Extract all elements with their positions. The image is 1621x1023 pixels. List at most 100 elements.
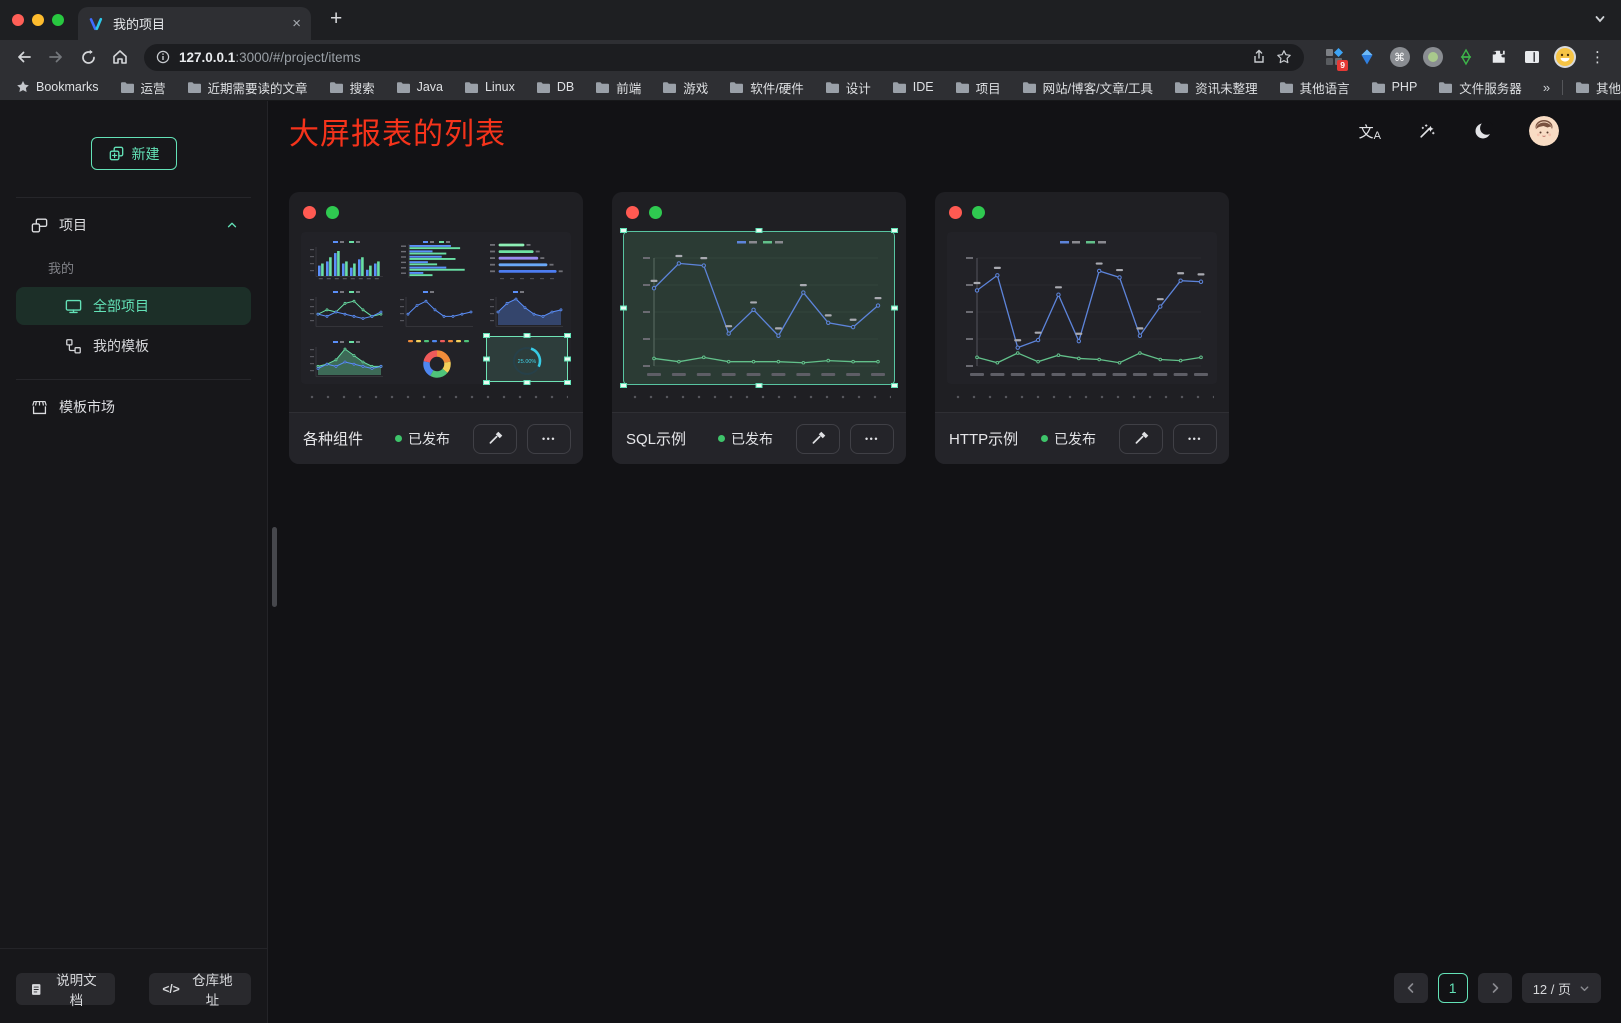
edit-project-button[interactable] <box>473 424 517 454</box>
bookmark-folder[interactable]: 资讯未整理 <box>1174 78 1258 97</box>
more-actions-button[interactable]: ••• <box>1173 424 1217 454</box>
bookmark-folder[interactable]: 近期需要读的文章 <box>187 78 308 97</box>
docs-button[interactable]: 说明文档 <box>16 973 115 1005</box>
user-avatar[interactable] <box>1529 116 1559 146</box>
bookmark-folder[interactable]: 设计 <box>825 78 871 97</box>
dark-mode-moon-icon[interactable] <box>1473 121 1493 141</box>
selection-handle[interactable] <box>756 228 763 233</box>
selection-handle[interactable] <box>483 357 490 362</box>
bookmark-folders: 运营 近期需要读的文章 搜索 Java Linux DB 前端 游戏 软件/硬件 设计 IDE 项目 网… <box>120 78 1522 97</box>
project-preview[interactable]: 25.00% <box>301 232 571 384</box>
sidebar-item-project[interactable]: 项目 <box>16 206 251 244</box>
project-preview[interactable] <box>624 232 894 384</box>
extension-gem-icon[interactable] <box>1353 44 1380 71</box>
tab-close-icon[interactable]: × <box>292 16 301 31</box>
selection-handle[interactable] <box>524 380 531 385</box>
next-page-button[interactable] <box>1478 973 1512 1003</box>
new-project-button[interactable]: 新建 <box>91 137 177 170</box>
side-panel-icon[interactable] <box>1518 44 1545 71</box>
repo-button[interactable]: </> 仓库地址 <box>149 973 251 1005</box>
chevron-up-icon[interactable] <box>225 218 239 232</box>
selection-handle[interactable] <box>564 333 571 338</box>
home-icon[interactable] <box>106 43 134 71</box>
prev-page-button[interactable] <box>1394 973 1428 1003</box>
page-size-select[interactable]: 12 / 页 <box>1522 973 1601 1003</box>
folder-icon <box>1279 81 1294 94</box>
card-dot-green <box>326 206 339 219</box>
selection-handle[interactable] <box>620 306 627 311</box>
selection-handle[interactable] <box>620 383 627 388</box>
more-actions-button[interactable]: ••• <box>850 424 894 454</box>
maximize-window-button[interactable] <box>52 14 64 26</box>
magic-wand-icon[interactable] <box>1417 121 1437 141</box>
site-info-icon[interactable] <box>156 50 170 64</box>
other-bookmarks-folder[interactable]: 其他书签 <box>1575 78 1621 97</box>
extension-star-icon[interactable] <box>1452 44 1479 71</box>
selection-handle[interactable] <box>564 357 571 362</box>
extension-record-icon[interactable] <box>1419 44 1446 71</box>
browser-tab[interactable]: 我的项目 × <box>78 7 311 40</box>
card-footer: 各种组件 已发布 ••• <box>289 412 583 464</box>
back-icon[interactable] <box>10 43 38 71</box>
bookmarks-root[interactable]: Bookmarks <box>16 80 99 94</box>
bookmark-folder[interactable]: 网站/博客/文章/工具 <box>1022 78 1153 97</box>
selection-handle[interactable] <box>891 306 898 311</box>
mini-chart-gauge[interactable]: 25.00% <box>487 337 567 381</box>
selection-handle[interactable] <box>564 380 571 385</box>
language-icon[interactable]: 文A <box>1359 121 1381 142</box>
selection-handle[interactable] <box>524 333 531 338</box>
selection-handle[interactable] <box>891 383 898 388</box>
bookmark-folder[interactable]: 项目 <box>955 78 1001 97</box>
new-tab-button[interactable]: + <box>330 8 342 29</box>
bookmark-folder[interactable]: PHP <box>1371 78 1418 97</box>
tab-search-icon[interactable] <box>1593 12 1607 31</box>
dotted-divider <box>950 395 1214 399</box>
reload-icon[interactable] <box>74 43 102 71</box>
bookmark-star-icon[interactable] <box>1276 49 1292 65</box>
selection-handle[interactable] <box>483 333 490 338</box>
sidebar-item-my-templates[interactable]: 我的模板 <box>16 327 251 365</box>
code-icon: </> <box>162 982 179 996</box>
selection-handle[interactable] <box>891 228 898 233</box>
edit-project-button[interactable] <box>796 424 840 454</box>
bookmark-folder[interactable]: 软件/硬件 <box>729 78 803 97</box>
bookmark-folder[interactable]: DB <box>536 78 574 97</box>
edit-project-button[interactable] <box>1119 424 1163 454</box>
selection-handle[interactable] <box>756 383 763 388</box>
scrollbar-thumb[interactable] <box>272 527 277 607</box>
extension-grid-icon[interactable]: 9 <box>1320 44 1347 71</box>
selection-handle[interactable] <box>620 228 627 233</box>
bookmark-folder[interactable]: IDE <box>892 78 934 97</box>
more-actions-button[interactable]: ••• <box>527 424 571 454</box>
extensions-puzzle-icon[interactable] <box>1485 44 1512 71</box>
project-preview[interactable] <box>947 232 1217 384</box>
bookmark-folder[interactable]: 其他语言 <box>1279 78 1350 97</box>
bookmark-folder[interactable]: 运营 <box>120 78 166 97</box>
create-icon <box>108 145 125 162</box>
minimize-window-button[interactable] <box>32 14 44 26</box>
close-window-button[interactable] <box>12 14 24 26</box>
storefront-icon <box>30 398 49 417</box>
bookmark-folder[interactable]: 文件服务器 <box>1438 78 1522 97</box>
project-card[interactable]: SQL示例 已发布 ••• <box>612 192 906 464</box>
bookmark-folder[interactable]: 搜索 <box>329 78 375 97</box>
browser-menu-icon[interactable]: ⋮ <box>1584 44 1611 71</box>
sidebar-item-template-market[interactable]: 模板市场 <box>16 388 251 426</box>
dotted-divider <box>627 395 891 399</box>
forward-icon[interactable] <box>42 43 70 71</box>
profile-avatar-icon[interactable] <box>1551 44 1578 71</box>
selection-handle[interactable] <box>483 380 490 385</box>
sidebar-item-all-projects[interactable]: 全部项目 <box>16 287 251 325</box>
address-bar[interactable]: 127.0.0.1:3000/#/project/items <box>144 44 1304 71</box>
bookmark-folder[interactable]: Linux <box>464 78 515 97</box>
folder-icon <box>892 81 907 94</box>
project-card[interactable]: HTTP示例 已发布 ••• <box>935 192 1229 464</box>
bookmark-folder[interactable]: 游戏 <box>662 78 708 97</box>
bookmark-folder[interactable]: Java <box>396 78 443 97</box>
bookmark-folder[interactable]: 前端 <box>595 78 641 97</box>
extension-command-icon[interactable]: ⌘ <box>1386 44 1413 71</box>
bookmarks-overflow-icon[interactable]: » <box>1543 80 1550 95</box>
current-page-button[interactable]: 1 <box>1438 973 1468 1003</box>
share-icon[interactable] <box>1251 49 1267 65</box>
project-card[interactable]: 25.00% 各种组件 已发布 ••• <box>289 192 583 464</box>
